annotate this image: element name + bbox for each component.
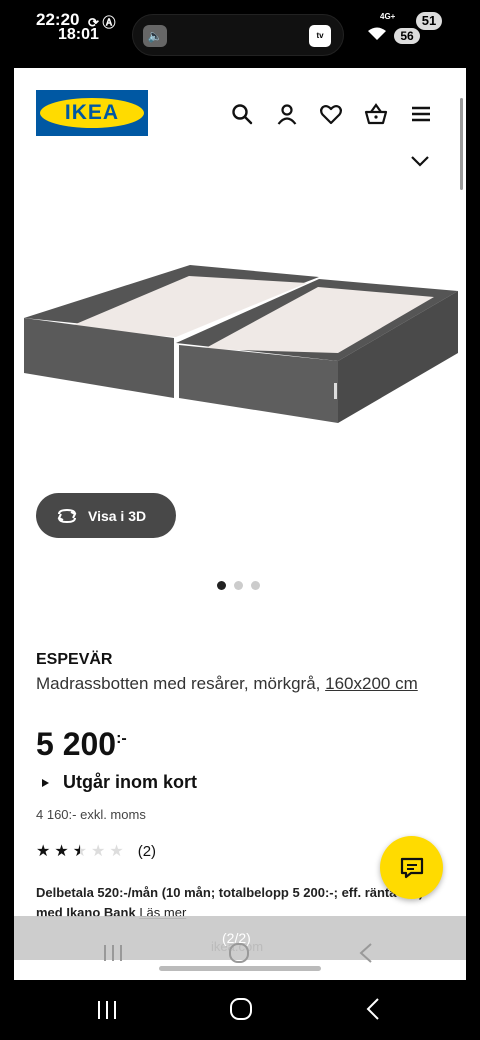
price-excl-vat: 4 160:- exkl. moms xyxy=(36,807,146,822)
back-icon[interactable] xyxy=(365,997,381,1021)
dynamic-island: 🔈 tv xyxy=(132,14,344,56)
view-3d-button[interactable]: Visa i 3D xyxy=(36,493,176,538)
availability-text: Utgår inom kort xyxy=(63,772,198,792)
status-bar: 22:20 18:01 ⟳ Ⓐ 🔈 tv 4G+ 51 56 xyxy=(0,0,480,68)
home-icon[interactable] xyxy=(229,997,253,1021)
account-icon[interactable] xyxy=(275,102,299,126)
wifi-icon xyxy=(368,27,386,40)
a-icon: Ⓐ xyxy=(102,15,116,30)
system-nav-bar xyxy=(0,980,480,1040)
gesture-bar[interactable] xyxy=(159,966,321,971)
star-icon: ★ xyxy=(54,842,69,860)
gallery-dot[interactable] xyxy=(234,581,243,590)
price-value: 5 200 xyxy=(36,726,117,762)
gallery-dot[interactable] xyxy=(251,581,260,590)
product-size-link[interactable]: 160x200 cm xyxy=(325,674,418,693)
battery-badge: 51 xyxy=(416,12,442,30)
battery-badge-secondary: 56 xyxy=(394,28,420,44)
product-name: ESPEVÄR xyxy=(36,651,113,668)
review-count[interactable]: (2) xyxy=(138,843,156,860)
back-icon[interactable] xyxy=(358,942,374,964)
screen: IKEA Visa i 3D ESPEVÄR Madrassbotten med… xyxy=(14,68,466,980)
recent-apps-icon[interactable] xyxy=(102,944,124,962)
rating[interactable]: ★ ★ ★ ★ ★ (2) xyxy=(36,843,156,860)
star-empty-icon: ★ xyxy=(91,842,106,860)
star-icon: ★ xyxy=(36,842,51,860)
chat-button[interactable] xyxy=(380,836,443,899)
product-description-text: Madrassbotten med resårer, mörkgrå, xyxy=(36,674,326,693)
gallery-dot[interactable] xyxy=(217,581,226,590)
product-image[interactable] xyxy=(14,243,466,503)
heart-icon[interactable] xyxy=(319,102,343,126)
search-icon[interactable] xyxy=(230,102,254,126)
gallery-dots[interactable] xyxy=(217,581,260,590)
apple-tv-icon: tv xyxy=(309,25,331,47)
star-empty-icon: ★ xyxy=(109,842,124,860)
chevron-down-icon[interactable] xyxy=(410,154,430,168)
logo-oval: IKEA xyxy=(40,98,144,128)
price-suffix: :- xyxy=(116,730,127,747)
finance-text: Delbetala 520:-/mån (10 mån; totalbelopp… xyxy=(36,885,424,920)
product-description: Madrassbotten med resårer, mörkgrå, 160x… xyxy=(36,672,446,695)
basket-icon[interactable] xyxy=(364,102,388,126)
logo-text: IKEA xyxy=(64,101,120,124)
caret-right-icon xyxy=(42,778,49,787)
volume-icon: 🔈 xyxy=(143,25,167,47)
home-icon[interactable] xyxy=(228,942,250,964)
chat-icon xyxy=(400,857,423,878)
scrollbar[interactable] xyxy=(460,98,463,190)
view-3d-label: Visa i 3D xyxy=(88,507,147,524)
ikea-logo[interactable]: IKEA xyxy=(36,90,148,136)
availability[interactable]: Utgår inom kort xyxy=(42,772,197,793)
rotate-3d-icon xyxy=(57,508,77,523)
recent-apps-icon[interactable] xyxy=(96,1000,118,1020)
network-type: 4G+ xyxy=(380,12,396,21)
menu-icon[interactable] xyxy=(409,102,433,126)
sync-icon: ⟳ Ⓐ xyxy=(88,15,116,30)
product-price: 5 200:- xyxy=(36,726,127,763)
half-star-icon: ★ xyxy=(72,842,88,860)
